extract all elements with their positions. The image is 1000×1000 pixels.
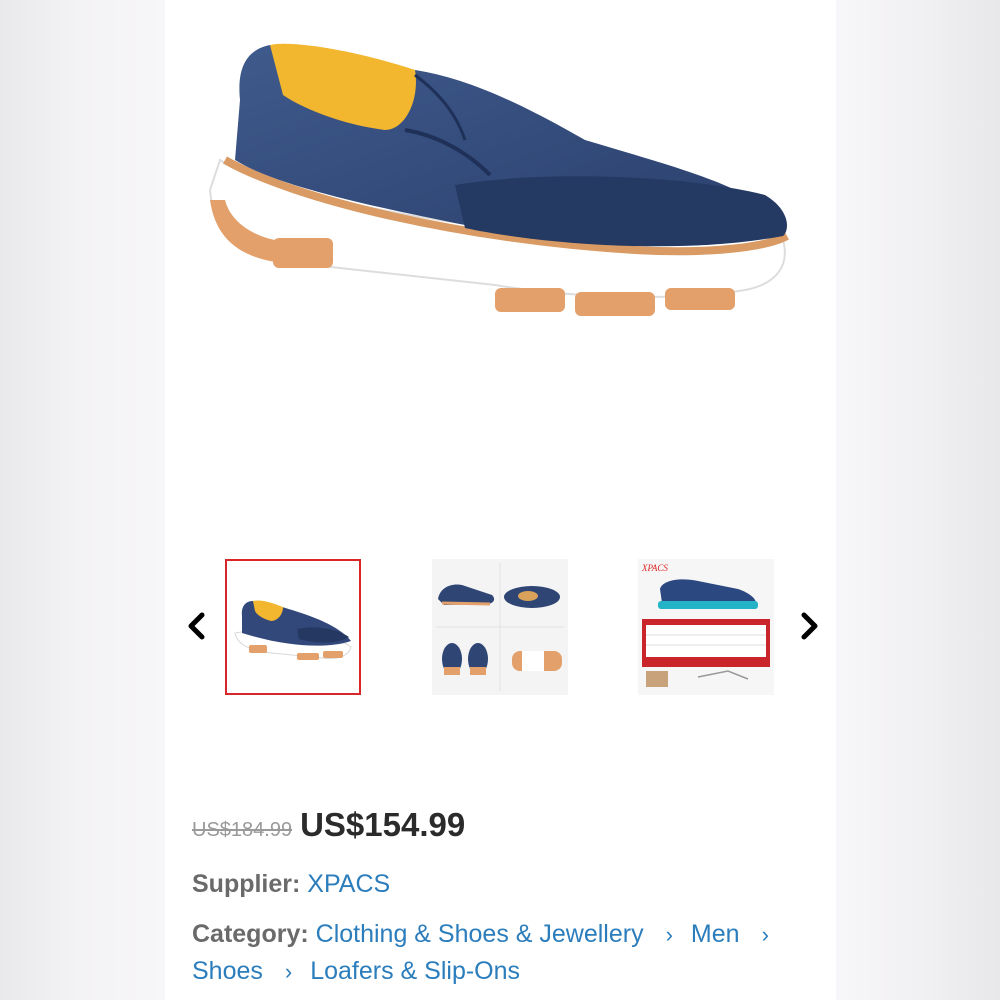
thumbnail-shoe-side-view[interactable] [225,559,361,695]
shoe-image [208,43,789,316]
original-price: US$184.99 [192,819,293,841]
chevron-right-icon [801,612,819,640]
size-chart-thumbnail-image: XPACS [638,559,774,695]
supplier-link[interactable]: XPACS [307,870,390,898]
category-link-loafers[interactable]: Loafers & Slip-Ons [310,957,520,985]
carousel-next-button[interactable] [795,608,825,644]
supplier-label: Supplier: [192,870,301,898]
chevron-right-icon: › [284,959,293,984]
category-breadcrumb: Category: Clothing & Shoes & Jewellery › M… [192,916,812,990]
price-row: US$184.99 US$154.99 [192,806,465,844]
product-page: XPACS US$184.99 US$154.99 Supplier: XPAC… [165,0,836,1000]
sale-price: US$154.99 [300,806,466,843]
chevron-left-icon [187,612,205,640]
supplier-row: Supplier: XPACS [192,870,390,899]
main-product-image[interactable] [165,0,836,540]
brand-logo-text: XPACS [641,563,668,573]
shoe-angles-thumbnail-image [432,559,568,695]
category-link-clothing[interactable]: Clothing & Shoes & Jewellery [316,920,644,948]
category-link-men[interactable]: Men [691,920,740,948]
chevron-right-icon: › [665,922,673,947]
chevron-right-icon: › [761,922,769,947]
shoe-thumbnail-image [234,600,352,660]
thumbnail-size-chart[interactable]: XPACS [638,559,774,695]
carousel-prev-button[interactable] [181,608,211,644]
category-link-shoes[interactable]: Shoes [192,957,263,985]
category-label: Category: [192,920,309,948]
thumbnail-shoe-multi-angle[interactable] [432,559,568,695]
